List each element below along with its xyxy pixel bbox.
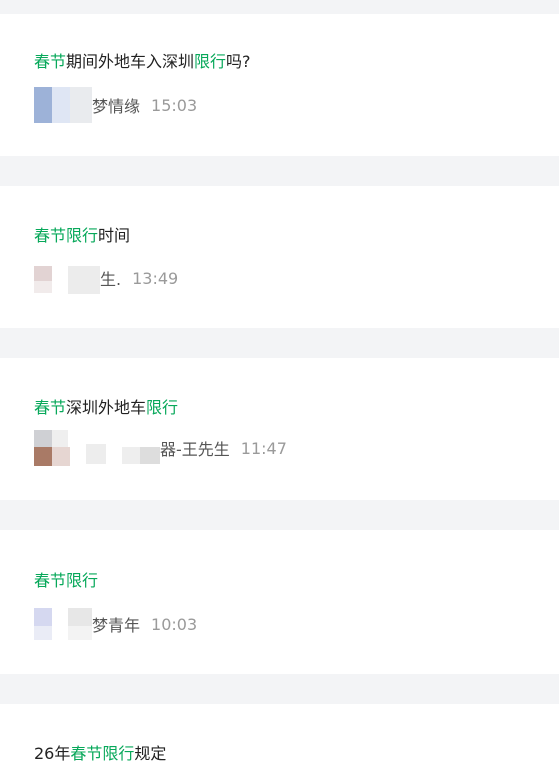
- post-time: 13:49: [132, 268, 179, 288]
- title-text: 深圳外地车: [66, 398, 147, 417]
- author-avatar[interactable]: [34, 430, 160, 466]
- post-meta: 器-王先生 11:47: [34, 430, 287, 466]
- post-time: 11:47: [240, 438, 287, 458]
- post-title[interactable]: 春节深圳外地车限行: [34, 398, 178, 418]
- post-card[interactable]: 春节深圳外地车限行 器-王先生 11:47: [0, 358, 559, 500]
- title-text: 期间外地车入深圳: [66, 52, 195, 71]
- post-title[interactable]: 26年春节限行规定: [34, 744, 166, 764]
- title-text: 26年: [34, 744, 71, 763]
- post-meta: 梦青年 10:03: [34, 606, 197, 642]
- author-avatar[interactable]: [34, 606, 92, 642]
- author-name[interactable]: 生.: [100, 266, 121, 290]
- post-card[interactable]: 26年春节限行规定: [0, 704, 559, 781]
- title-keyword: 春节: [34, 398, 67, 417]
- title-keyword: 春节限行: [34, 226, 99, 245]
- author-name[interactable]: 梦青年: [92, 612, 140, 636]
- title-keyword: 春节: [34, 52, 67, 71]
- title-text: 时间: [98, 226, 131, 245]
- post-card[interactable]: 春节期间外地车入深圳限行吗? 梦情缘 15:03: [0, 14, 559, 156]
- author-avatar[interactable]: [34, 87, 92, 123]
- title-keyword: 春节限行: [34, 571, 99, 590]
- post-card[interactable]: 春节限行时间 生. 13:49: [0, 186, 559, 328]
- author-avatar[interactable]: [34, 260, 100, 296]
- author-name[interactable]: 梦情缘: [92, 93, 140, 117]
- title-keyword: 限行: [194, 52, 227, 71]
- post-meta: 梦情缘 15:03: [34, 87, 197, 123]
- post-title[interactable]: 春节限行时间: [34, 226, 130, 246]
- post-feed: 春节期间外地车入深圳限行吗? 梦情缘 15:03 春节限行时间 生. 13:49: [0, 0, 559, 781]
- post-time: 15:03: [151, 95, 198, 115]
- title-keyword: 春节限行: [70, 744, 135, 763]
- post-meta: 生. 13:49: [34, 260, 178, 296]
- title-keyword: 限行: [146, 398, 179, 417]
- post-title[interactable]: 春节限行: [34, 571, 98, 591]
- post-title[interactable]: 春节期间外地车入深圳限行吗?: [34, 52, 251, 72]
- title-text: 规定: [134, 744, 167, 763]
- author-name[interactable]: 器-王先生: [160, 436, 230, 460]
- title-text: 吗?: [226, 52, 251, 71]
- post-time: 10:03: [151, 614, 198, 634]
- post-card[interactable]: 春节限行 梦青年 10:03: [0, 530, 559, 674]
